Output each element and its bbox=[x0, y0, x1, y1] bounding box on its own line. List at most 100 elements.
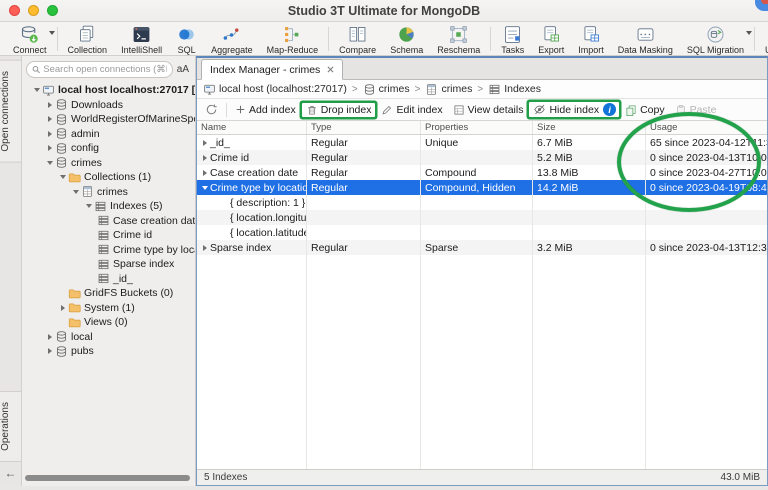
toolbar-collection[interactable]: Collection bbox=[61, 22, 115, 55]
column-header-name[interactable]: Name bbox=[197, 121, 307, 134]
tree-item-localhost[interactable]: local host localhost:27017 [direct] bbox=[22, 83, 195, 98]
chevron-down-icon[interactable] bbox=[45, 161, 55, 165]
collapse-icon[interactable] bbox=[200, 186, 210, 190]
view-details-button[interactable]: View details bbox=[449, 103, 528, 117]
toolbar-aggregate[interactable]: Aggregate bbox=[204, 22, 260, 55]
tree-item-admin[interactable]: admin bbox=[22, 127, 195, 142]
chevron-down-icon[interactable] bbox=[746, 31, 753, 35]
tab-label: Index Manager - crimes bbox=[210, 63, 321, 76]
column-header-size[interactable]: Size bbox=[533, 121, 646, 134]
toolbar-schema[interactable]: Schema bbox=[383, 22, 430, 55]
connect-icon bbox=[19, 24, 40, 45]
paste-button[interactable]: Paste bbox=[671, 103, 721, 117]
chevron-right-icon[interactable] bbox=[45, 334, 55, 340]
expand-icon[interactable] bbox=[200, 170, 210, 176]
tree-item-views[interactable]: Views (0) bbox=[22, 315, 195, 330]
tree-item-downloads[interactable]: Downloads bbox=[22, 98, 195, 113]
toolbar-import[interactable]: Import bbox=[571, 22, 611, 55]
chevron-right-icon[interactable] bbox=[45, 102, 55, 108]
info-badge-icon[interactable]: i bbox=[603, 103, 617, 116]
breadcrumb-indexes[interactable]: Indexes bbox=[488, 83, 541, 96]
breadcrumb-connection[interactable]: local host (localhost:27017) bbox=[203, 83, 347, 96]
column-header-type[interactable]: Type bbox=[307, 121, 421, 134]
expand-icon[interactable] bbox=[200, 245, 210, 251]
edit-index-button[interactable]: Edit index bbox=[377, 103, 446, 117]
toolbar-map-reduce[interactable]: Map-Reduce bbox=[260, 22, 326, 55]
chevron-right-icon[interactable] bbox=[45, 145, 55, 151]
table-subrow-location-longitude[interactable]: { location.longitude: 1 } bbox=[197, 210, 767, 225]
close-icon[interactable] bbox=[327, 66, 334, 73]
add-index-button[interactable]: Add index bbox=[231, 103, 300, 117]
database-icon bbox=[55, 156, 68, 169]
tree-item-case-creation-date[interactable]: Case creation date bbox=[22, 214, 195, 229]
breadcrumb-collection[interactable]: crimes bbox=[425, 83, 472, 96]
column-header-usage[interactable]: Usage bbox=[646, 121, 767, 134]
toolbar-sql[interactable]: SQL bbox=[169, 22, 204, 55]
tree-item-crime-type-by-location[interactable]: Crime type by location (hidden bbox=[22, 243, 195, 258]
expand-icon[interactable] bbox=[200, 140, 210, 146]
toolbar-data-masking[interactable]: Data Masking bbox=[611, 22, 680, 55]
tree-item-crimes-db[interactable]: crimes bbox=[22, 156, 195, 171]
tree-item-collections[interactable]: Collections (1) bbox=[22, 170, 195, 185]
toolbar-connect[interactable]: Connect bbox=[6, 22, 55, 55]
chevron-right-icon[interactable] bbox=[45, 131, 55, 137]
chevron-down-icon[interactable] bbox=[32, 88, 42, 92]
table-row-sparse-index[interactable]: Sparse index Regular Sparse 3.2 MiB 0 si… bbox=[197, 240, 767, 255]
toolbar-users[interactable]: Users bbox=[758, 22, 768, 55]
toolbar-tasks[interactable]: Tasks bbox=[494, 22, 531, 55]
chevron-right-icon[interactable] bbox=[45, 116, 55, 122]
tree-item-pubs[interactable]: pubs bbox=[22, 344, 195, 359]
horizontal-scrollbar[interactable] bbox=[25, 475, 190, 481]
table-row-crime-type-by-location[interactable]: Crime type by location Regular Compound,… bbox=[197, 180, 767, 195]
expand-icon[interactable] bbox=[200, 155, 210, 161]
table-row-case-creation-date[interactable]: Case creation date Regular Compound 13.8… bbox=[197, 165, 767, 180]
collapse-sidebar-icon[interactable]: ← bbox=[5, 462, 17, 486]
tree-item-gridfs-buckets[interactable]: GridFS Buckets (0) bbox=[22, 286, 195, 301]
app-window: Studio 3T Ultimate for MongoDB Connect C… bbox=[0, 0, 768, 490]
column-header-properties[interactable]: Properties bbox=[421, 121, 533, 134]
toolbar-sql-migration[interactable]: SQL Migration bbox=[680, 22, 753, 55]
breadcrumb-database[interactable]: crimes bbox=[363, 83, 410, 96]
chevron-right-icon[interactable] bbox=[58, 305, 68, 311]
match-case-toggle[interactable]: aA bbox=[177, 64, 191, 75]
tree-item-crimes-collection[interactable]: crimes bbox=[22, 185, 195, 200]
table-row-id[interactable]: _id_ Regular Unique 6.7 MiB 65 since 202… bbox=[197, 135, 767, 150]
tree-item-indexes[interactable]: Indexes (5) bbox=[22, 199, 195, 214]
search-connections-field[interactable] bbox=[26, 61, 173, 78]
toolbar-intellishell[interactable]: IntelliShell bbox=[114, 22, 169, 55]
tree-item-id[interactable]: _id_ bbox=[22, 272, 195, 287]
refresh-button[interactable] bbox=[201, 102, 222, 117]
main-toolbar: Connect Collection IntelliShell SQL Aggr… bbox=[0, 22, 768, 56]
tab-index-manager[interactable]: Index Manager - crimes bbox=[201, 59, 344, 80]
tree-item-local[interactable]: local bbox=[22, 330, 195, 345]
pencil-icon bbox=[383, 105, 392, 114]
tree-item-config[interactable]: config bbox=[22, 141, 195, 156]
toolbar-compare[interactable]: Compare bbox=[332, 22, 383, 55]
tree-item-system[interactable]: System (1) bbox=[22, 301, 195, 316]
toolbar-export[interactable]: Export bbox=[531, 22, 571, 55]
tab-open-connections[interactable]: Open connections bbox=[0, 60, 21, 163]
toolbar-reschema[interactable]: Reschema bbox=[430, 22, 487, 55]
toolbar-item-label: Schema bbox=[390, 44, 424, 55]
tab-operations[interactable]: Operations bbox=[0, 391, 21, 462]
table-subrow-description[interactable]: { description: 1 } bbox=[197, 195, 767, 210]
zoom-window-button[interactable] bbox=[47, 5, 58, 16]
chevron-down-icon[interactable] bbox=[58, 175, 68, 179]
hide-index-button[interactable]: Hide index bbox=[532, 103, 600, 116]
close-window-button[interactable] bbox=[9, 5, 20, 16]
chevron-down-icon[interactable] bbox=[84, 204, 94, 208]
table-subrow-location-latitude[interactable]: { location.latitude: 1 } bbox=[197, 225, 767, 240]
tree-item-sparse-index[interactable]: Sparse index bbox=[22, 257, 195, 272]
chevron-down-icon[interactable] bbox=[71, 190, 81, 194]
chevron-down-icon[interactable] bbox=[48, 31, 55, 35]
table-row-crime-id[interactable]: Crime id Regular 5.2 MiB 0 since 2023-04… bbox=[197, 150, 767, 165]
chevron-right-icon[interactable] bbox=[45, 348, 55, 354]
copy-button[interactable]: Copy bbox=[621, 103, 669, 117]
total-size: 43.0 MiB bbox=[720, 472, 760, 483]
drop-index-button[interactable]: Drop index bbox=[301, 102, 376, 117]
minimize-window-button[interactable] bbox=[28, 5, 39, 16]
map-reduce-icon bbox=[282, 24, 303, 45]
tree-item-crime-id[interactable]: Crime id bbox=[22, 228, 195, 243]
search-input[interactable] bbox=[43, 64, 167, 75]
tree-item-worldregister[interactable]: WorldRegisterOfMarineSpecies bbox=[22, 112, 195, 127]
